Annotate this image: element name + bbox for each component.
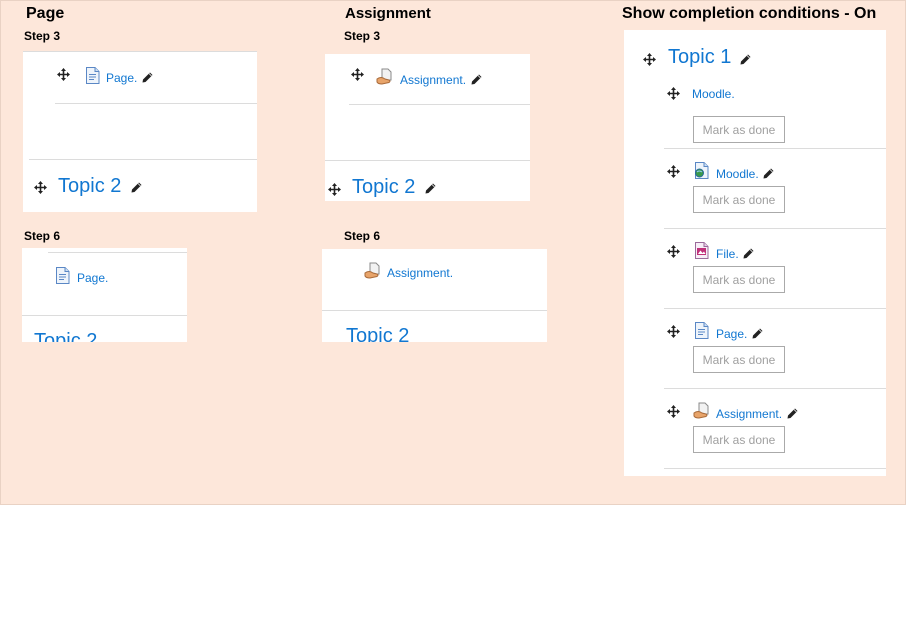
page-icon [84,67,101,84]
step-label: Step 3 [344,29,381,43]
move-icon[interactable] [643,53,656,66]
moodle-activity-link[interactable]: Moodle. [692,87,735,101]
edit-pencil-icon[interactable] [752,328,763,339]
mark-as-done-button[interactable]: Mark as done [693,266,785,293]
edit-pencil-icon[interactable] [763,168,774,179]
divider [23,51,257,52]
move-icon[interactable] [57,68,70,81]
divider [55,103,257,104]
move-icon[interactable] [667,245,680,258]
file-icon [693,242,710,259]
assignment-activity-link[interactable]: Assignment. [716,407,782,421]
page-step6-panel: Page. Topic 2 [22,248,187,342]
mark-as-done-button[interactable]: Mark as done [693,426,785,453]
page-activity-link[interactable]: Page. [77,271,108,285]
topic-title-link[interactable]: Topic 1 [668,46,731,69]
assignment-step3-panel: Assignment. Topic 2 [325,54,530,201]
page-activity-link[interactable]: Page. [716,327,747,341]
divider [664,308,886,309]
divider [322,310,547,311]
page-step3-panel: Page. Topic 2 [23,51,257,212]
edit-pencil-icon[interactable] [425,183,436,194]
move-icon[interactable] [667,325,680,338]
step-label: Step 3 [24,29,61,43]
page-icon [54,267,71,284]
step-label: Step 6 [24,229,61,243]
assignment-activity-link[interactable]: Assignment. [387,266,453,280]
moodle-activity-link[interactable]: Moodle. [716,167,759,181]
move-icon[interactable] [667,405,680,418]
edit-pencil-icon[interactable] [131,182,142,193]
file-activity-link[interactable]: File. [716,247,739,261]
move-icon[interactable] [328,183,341,196]
topic-title-link[interactable]: Topic 2 [346,325,409,342]
edit-pencil-icon[interactable] [743,248,754,259]
divider [664,228,886,229]
divider [22,315,187,316]
mark-as-done-button[interactable]: Mark as done [693,346,785,373]
edit-pencil-icon[interactable] [787,408,798,419]
mark-as-done-button[interactable]: Mark as done [693,186,785,213]
assignment-icon [364,262,381,279]
assignment-heading: Assignment [345,5,431,22]
step-label: Step 6 [344,229,381,243]
page-activity-link[interactable]: Page. [106,71,137,85]
topic-title-link[interactable]: Topic 2 [34,330,97,342]
move-icon[interactable] [351,68,364,81]
move-icon[interactable] [667,165,680,178]
divider [664,148,886,149]
divider [664,388,886,389]
divider [48,252,187,253]
completion-heading: Show completion conditions - On [622,5,877,22]
divider [325,160,530,161]
divider [349,104,530,105]
move-icon[interactable] [34,181,47,194]
move-icon[interactable] [667,87,680,100]
moodle-url-icon [693,162,710,179]
divider [29,159,257,160]
topic-title-link[interactable]: Topic 2 [58,175,121,198]
edit-pencil-icon[interactable] [740,54,751,65]
completion-panel: Topic 1 Moodle. Mark as done Moodle. Mar… [624,30,886,476]
page-heading: Page [26,5,65,22]
assignment-activity-link[interactable]: Assignment. [400,73,466,87]
page-icon [693,322,710,339]
mark-as-done-button[interactable]: Mark as done [693,116,785,143]
assignment-icon [376,68,393,85]
topic-title-link[interactable]: Topic 2 [352,176,415,199]
divider [664,468,886,469]
assignment-icon [693,402,710,419]
edit-pencil-icon[interactable] [142,72,153,83]
edit-pencil-icon[interactable] [471,74,482,85]
assignment-step6-panel: Assignment. Topic 2 [322,249,547,342]
